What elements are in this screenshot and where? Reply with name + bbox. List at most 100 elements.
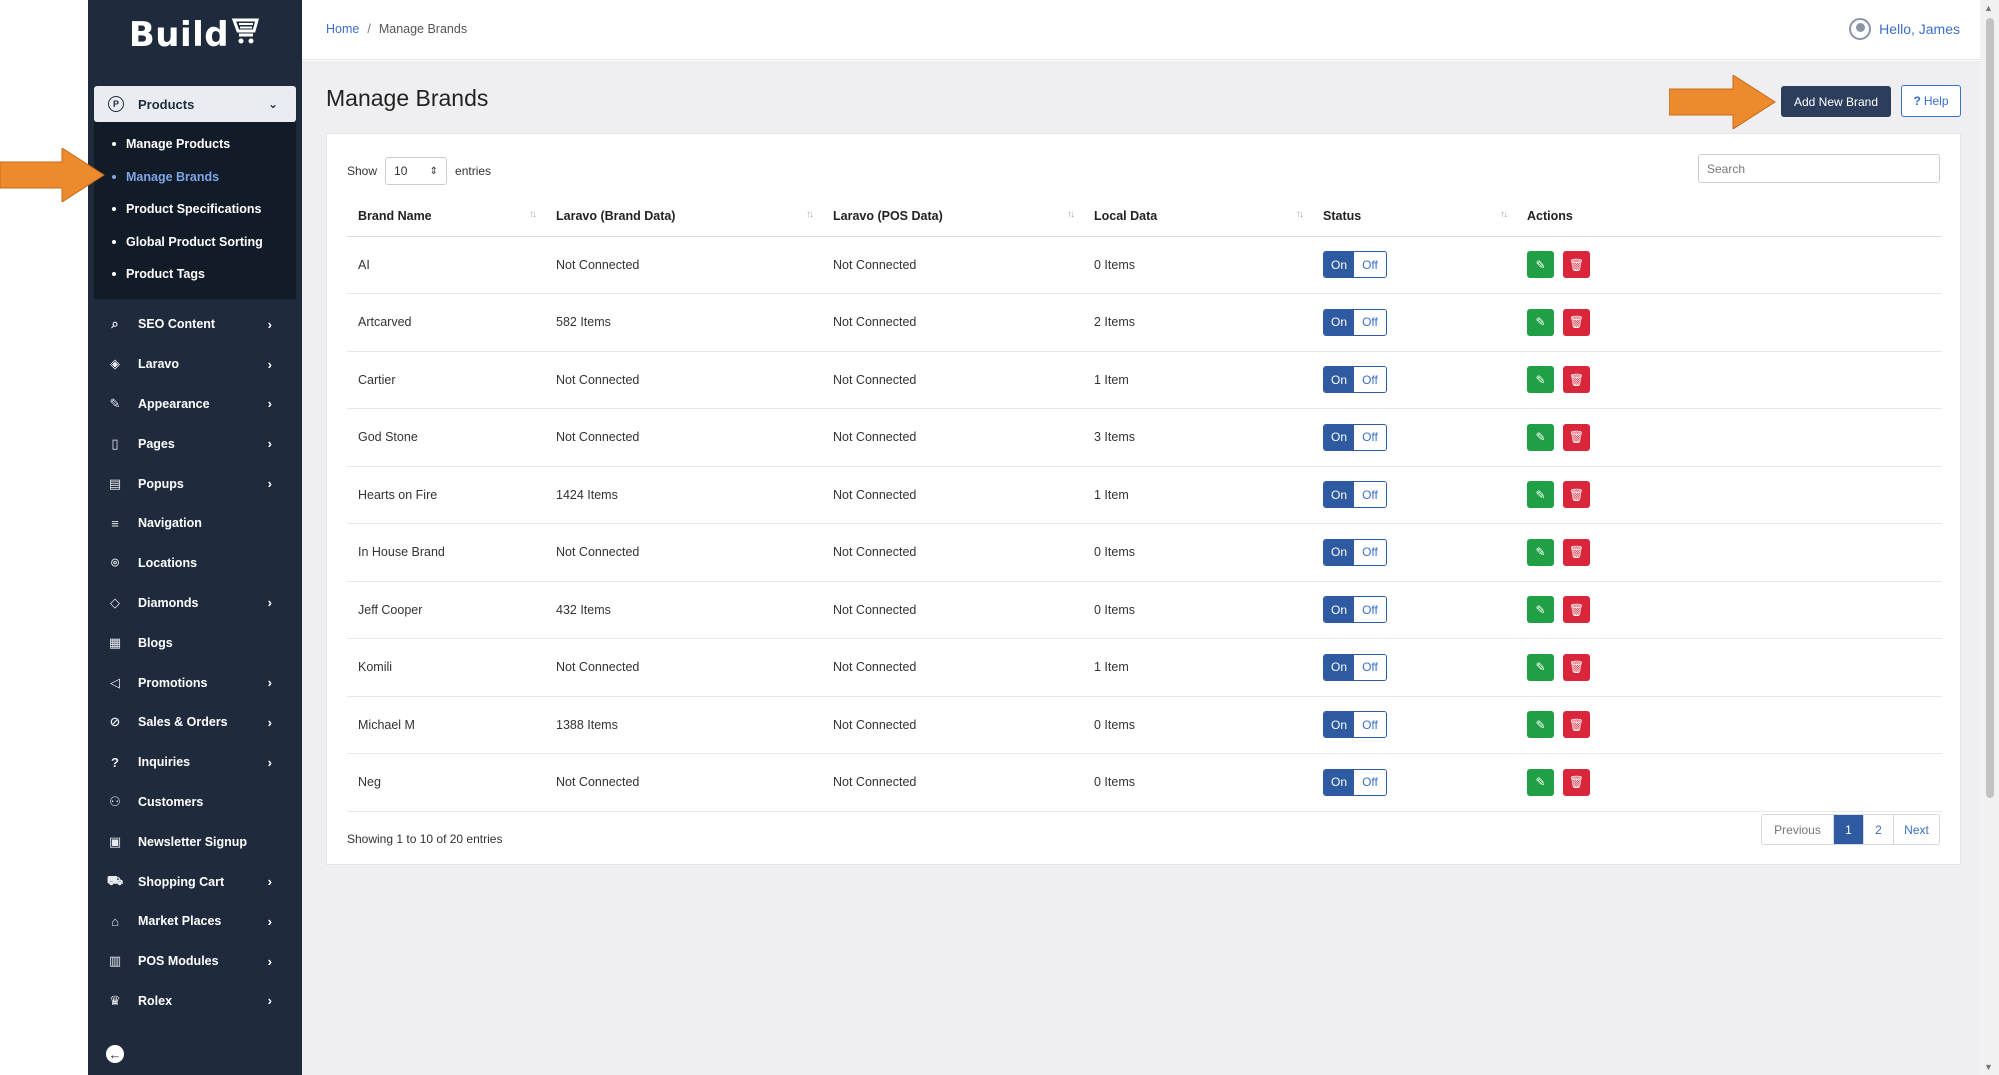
status-toggle[interactable]: On Off [1323, 711, 1387, 739]
toggle-off[interactable]: Off [1354, 712, 1386, 738]
sidebar-item-customers[interactable]: ⚇ Customers [88, 782, 302, 822]
status-toggle[interactable]: On Off [1323, 481, 1387, 509]
scrollbar-thumb[interactable] [1986, 18, 1994, 798]
toggle-on[interactable]: On [1324, 309, 1354, 335]
help-button[interactable]: ? Help [1901, 85, 1961, 117]
edit-button[interactable]: ✎ [1527, 481, 1554, 509]
toggle-on[interactable]: On [1324, 252, 1354, 278]
toggle-on[interactable]: On [1324, 597, 1354, 623]
sidebar-item-seo-content[interactable]: ⌕ SEO Content › [88, 305, 302, 345]
sidebar-item-pages[interactable]: ▯ Pages › [88, 424, 302, 464]
status-toggle[interactable]: On Off [1323, 768, 1387, 796]
toggle-on[interactable]: On [1324, 482, 1354, 508]
subnav-manage-products[interactable]: Manage Products [94, 128, 296, 161]
pagination-next[interactable]: Next [1893, 815, 1939, 844]
entries-select[interactable]: 10 [385, 157, 448, 185]
diamond-icon: ◇ [110, 594, 120, 610]
column-header-pos-data[interactable]: Laravo (POS Data) ↑↓ [822, 196, 1083, 237]
pagination-page-2[interactable]: 2 [1863, 815, 1893, 844]
toggle-on[interactable]: On [1324, 367, 1354, 393]
sidebar-item-popups[interactable]: ▤ Popups › [88, 464, 302, 504]
toggle-on[interactable]: On [1324, 539, 1354, 565]
toggle-on[interactable]: On [1324, 424, 1354, 450]
breadcrumb-home-link[interactable]: Home [326, 22, 359, 36]
toggle-on[interactable]: On [1324, 769, 1354, 795]
edit-button[interactable]: ✎ [1527, 423, 1554, 451]
pagination-previous[interactable]: Previous [1762, 815, 1833, 844]
subnav-product-specifications[interactable]: Product Specifications [94, 193, 296, 226]
sidebar-item-laravo[interactable]: ◈ Laravo › [88, 344, 302, 384]
delete-button[interactable]: 🗑 [1563, 423, 1590, 451]
sidebar-item-rolex[interactable]: ♛ Rolex › [88, 981, 302, 1021]
vertical-scrollbar[interactable]: ▲ ▼ [1980, 0, 1999, 1075]
edit-button[interactable]: ✎ [1527, 768, 1554, 796]
delete-button[interactable]: 🗑 [1563, 768, 1590, 796]
delete-button[interactable]: 🗑 [1563, 596, 1590, 624]
edit-button[interactable]: ✎ [1527, 538, 1554, 566]
trash-icon: 🗑 [1568, 257, 1585, 272]
toggle-off[interactable]: Off [1354, 654, 1386, 680]
column-header-status[interactable]: Status ↑↓ [1312, 196, 1516, 237]
sidebar-item-diamonds[interactable]: ◇ Diamonds › [88, 583, 302, 623]
status-toggle[interactable]: On Off [1323, 653, 1387, 681]
edit-button[interactable]: ✎ [1527, 711, 1554, 739]
sidebar-item-newsletter-signup[interactable]: ▣ Newsletter Signup [88, 822, 302, 862]
cell-status: On Off [1312, 581, 1516, 639]
edit-button[interactable]: ✎ [1527, 596, 1554, 624]
subnav-product-tags[interactable]: Product Tags [94, 258, 296, 291]
subnav-global-product-sorting[interactable]: Global Product Sorting [94, 226, 296, 259]
sidebar-item-products[interactable]: P Products ⌄ [94, 86, 296, 122]
toggle-off[interactable]: Off [1354, 367, 1386, 393]
annotation-arrow-left [0, 148, 105, 202]
delete-button[interactable]: 🗑 [1563, 481, 1590, 509]
collapse-sidebar-button[interactable]: ← [106, 1045, 124, 1063]
pagination-page-1[interactable]: 1 [1833, 815, 1863, 844]
delete-button[interactable]: 🗑 [1563, 251, 1590, 279]
toggle-off[interactable]: Off [1354, 769, 1386, 795]
delete-button[interactable]: 🗑 [1563, 711, 1590, 739]
sidebar-item-pos-modules[interactable]: ▥ POS Modules › [88, 941, 302, 981]
sidebar-item-navigation[interactable]: ≡ Navigation [88, 503, 302, 543]
status-toggle[interactable]: On Off [1323, 366, 1387, 394]
status-toggle[interactable]: On Off [1323, 596, 1387, 624]
sidebar-item-appearance[interactable]: ✎ Appearance › [88, 384, 302, 424]
sidebar-item-blogs[interactable]: ▦ Blogs [88, 623, 302, 663]
delete-button[interactable]: 🗑 [1563, 366, 1590, 394]
column-header-brand-data[interactable]: Laravo (Brand Data) ↑↓ [545, 196, 822, 237]
sidebar-item-promotions[interactable]: ◁ Promotions › [88, 663, 302, 703]
edit-button[interactable]: ✎ [1527, 653, 1554, 681]
sidebar-item-inquiries[interactable]: ? Inquiries › [88, 742, 302, 782]
breadcrumb-separator: / [367, 22, 371, 36]
status-toggle[interactable]: On Off [1323, 538, 1387, 566]
logo[interactable]: Build [88, 0, 302, 70]
sidebar-item-sales-orders[interactable]: ⊘ Sales & Orders › [88, 702, 302, 742]
status-toggle[interactable]: On Off [1323, 251, 1387, 279]
delete-button[interactable]: 🗑 [1563, 538, 1590, 566]
sidebar-item-locations[interactable]: ⌾ Locations [88, 543, 302, 583]
sidebar-item-shopping-cart[interactable]: ⛟ Shopping Cart › [88, 862, 302, 902]
add-new-brand-button[interactable]: Add New Brand [1781, 86, 1891, 117]
scroll-up-icon[interactable]: ▲ [1984, 3, 1993, 13]
search-input[interactable] [1698, 154, 1940, 183]
delete-button[interactable]: 🗑 [1563, 308, 1590, 336]
delete-button[interactable]: 🗑 [1563, 653, 1590, 681]
toggle-off[interactable]: Off [1354, 309, 1386, 335]
toggle-off[interactable]: Off [1354, 482, 1386, 508]
edit-button[interactable]: ✎ [1527, 308, 1554, 336]
edit-button[interactable]: ✎ [1527, 366, 1554, 394]
subnav-manage-brands[interactable]: Manage Brands [94, 161, 296, 194]
column-header-local-data[interactable]: Local Data ↑↓ [1083, 196, 1312, 237]
toggle-on[interactable]: On [1324, 654, 1354, 680]
scroll-down-icon[interactable]: ▼ [1984, 1062, 1993, 1072]
toggle-off[interactable]: Off [1354, 424, 1386, 450]
status-toggle[interactable]: On Off [1323, 423, 1387, 451]
column-header-brand-name[interactable]: Brand Name ↑↓ [347, 196, 545, 237]
toggle-off[interactable]: Off [1354, 252, 1386, 278]
status-toggle[interactable]: On Off [1323, 308, 1387, 336]
toggle-on[interactable]: On [1324, 712, 1354, 738]
sidebar-item-market-places[interactable]: ⌂ Market Places › [88, 901, 302, 941]
user-menu[interactable]: Hello, James [1849, 18, 1960, 40]
toggle-off[interactable]: Off [1354, 539, 1386, 565]
toggle-off[interactable]: Off [1354, 597, 1386, 623]
edit-button[interactable]: ✎ [1527, 251, 1554, 279]
